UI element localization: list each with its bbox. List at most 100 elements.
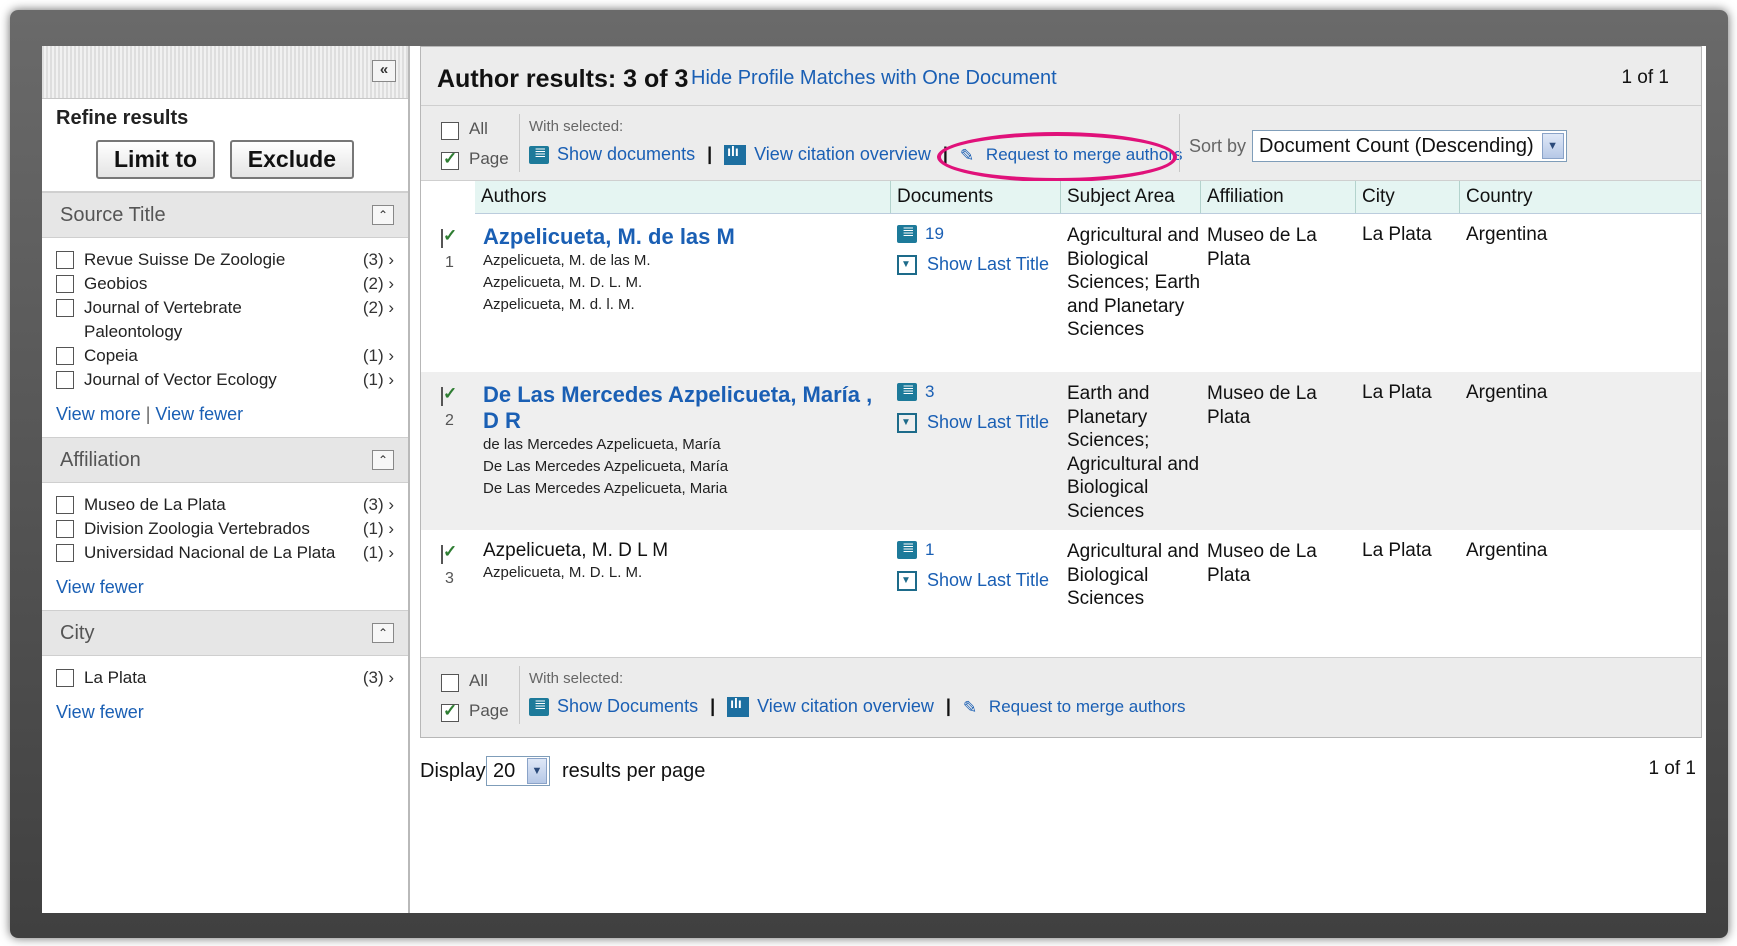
collapse-sidebar-icon[interactable]: « bbox=[372, 60, 396, 82]
show-last-title-icon bbox=[897, 412, 917, 433]
view-citation-overview-link[interactable]: View citation overview bbox=[757, 696, 934, 717]
facet-header-affiliation[interactable]: Affiliation ⌃ bbox=[42, 437, 408, 483]
citation-chart-icon bbox=[724, 143, 747, 165]
refine-section: Refine results Limit to Exclude bbox=[42, 99, 408, 192]
collapse-facet-icon[interactable]: ⌃ bbox=[372, 623, 394, 643]
column-header-authors[interactable]: Authors bbox=[475, 181, 890, 213]
column-header-affiliation[interactable]: Affiliation bbox=[1200, 181, 1355, 213]
request-merge-authors-link[interactable]: Request to merge authors bbox=[989, 697, 1186, 717]
refine-sidebar: « Refine results Limit to Exclude Source… bbox=[42, 46, 410, 913]
column-header-city[interactable]: City bbox=[1355, 181, 1459, 213]
facet-checkbox[interactable] bbox=[56, 347, 74, 365]
subject-area: Agricultural and Biological Sciences; Ea… bbox=[1067, 225, 1201, 340]
documents-icon bbox=[529, 143, 549, 164]
facet-checkbox[interactable] bbox=[56, 371, 74, 389]
documents-icon bbox=[897, 380, 917, 401]
facet-checkbox[interactable] bbox=[56, 496, 74, 514]
facet-checkbox[interactable] bbox=[56, 544, 74, 562]
author-variant: De Las Mercedes Azpelicueta, María bbox=[483, 458, 729, 475]
facet-checkbox[interactable] bbox=[56, 275, 74, 293]
facet-count: (3) › bbox=[362, 668, 394, 687]
select-all-checkbox[interactable] bbox=[441, 673, 459, 692]
facet-item[interactable]: Revue Suisse De Zoologie (3) › bbox=[56, 248, 394, 272]
facet-checkbox[interactable] bbox=[56, 299, 74, 317]
results-per-page-select[interactable]: 20 ▼ bbox=[486, 756, 550, 786]
documents-icon bbox=[897, 538, 917, 559]
select-all-checkbox[interactable] bbox=[441, 121, 459, 140]
document-count-link[interactable]: 3 bbox=[925, 382, 934, 402]
facet-label: Revue Suisse De Zoologie bbox=[84, 250, 286, 269]
view-more-link[interactable]: View more bbox=[56, 404, 141, 424]
facet-body-source-title: Revue Suisse De Zoologie (3) › Geobios (2)… bbox=[56, 248, 394, 424]
documents-icon bbox=[897, 222, 917, 243]
author-variant: Azpelicueta, M. D. L. M. bbox=[483, 274, 643, 291]
facet-checkbox[interactable] bbox=[56, 251, 74, 269]
subject-area: Earth and Planetary Sciences; Agricultur… bbox=[1067, 383, 1200, 522]
facet-item[interactable]: Division Zoologia Vertebrados (1) › bbox=[56, 517, 394, 541]
facet-item[interactable]: Museo de La Plata (3) › bbox=[56, 493, 394, 517]
facet-item[interactable]: Journal of Vector Ecology (1) › bbox=[56, 368, 394, 392]
row-checkbox[interactable] bbox=[441, 545, 443, 564]
author-name-link[interactable]: Azpelicueta, M. de las M bbox=[483, 224, 893, 250]
facet-count: (2) › bbox=[362, 274, 394, 293]
facet-checkbox[interactable] bbox=[56, 520, 74, 538]
view-fewer-link[interactable]: View fewer bbox=[56, 702, 144, 722]
exclude-button[interactable]: Exclude bbox=[229, 140, 354, 179]
view-fewer-link[interactable]: View fewer bbox=[155, 404, 243, 424]
facet-label: Journal of Vertebrate Paleontology bbox=[84, 298, 242, 341]
facet-count: (3) › bbox=[362, 250, 394, 269]
sort-by-label: Sort by bbox=[1189, 135, 1247, 156]
facet-item[interactable]: Copeia (1) › bbox=[56, 344, 394, 368]
limit-to-button[interactable]: Limit to bbox=[96, 140, 216, 179]
chevron-down-icon: ▼ bbox=[1541, 133, 1564, 159]
show-documents-link[interactable]: Show Documents bbox=[557, 696, 698, 717]
citation-chart-icon bbox=[727, 695, 750, 717]
document-count-link[interactable]: 1 bbox=[925, 540, 934, 560]
column-header-country[interactable]: Country bbox=[1459, 181, 1579, 213]
column-header-documents[interactable]: Documents bbox=[890, 181, 1060, 213]
table-header: Authors Documents Subject Area Affiliati… bbox=[475, 181, 1701, 214]
affiliation: Museo de La Plata bbox=[1207, 383, 1317, 428]
author-name-link[interactable]: De Las Mercedes Azpelicueta, María , D R bbox=[483, 382, 893, 434]
document-count-link[interactable]: 19 bbox=[925, 224, 944, 244]
results-panel: Author results: 3 of 3 Hide Profile Matc… bbox=[420, 46, 1702, 738]
sidebar-top-bar: « bbox=[42, 46, 408, 99]
select-all-label: All bbox=[469, 671, 488, 690]
author-variant: Azpelicueta, M. de las M. bbox=[483, 252, 651, 269]
view-fewer-link[interactable]: View fewer bbox=[56, 577, 144, 597]
show-last-title-link[interactable]: Show Last Title bbox=[927, 570, 1049, 591]
facet-header-city[interactable]: City ⌃ bbox=[42, 610, 408, 656]
country: Argentina bbox=[1466, 382, 1548, 403]
facet-label: Geobios bbox=[84, 274, 148, 293]
results-per-page-label: results per page bbox=[562, 760, 706, 782]
column-header-subject-area[interactable]: Subject Area bbox=[1060, 181, 1200, 213]
author-variant: Azpelicueta, M. d. l. M. bbox=[483, 296, 635, 313]
show-documents-link[interactable]: Show documents bbox=[557, 144, 695, 165]
facet-count: (1) › bbox=[362, 346, 394, 365]
collapse-facet-icon[interactable]: ⌃ bbox=[372, 450, 394, 470]
show-last-title-link[interactable]: Show Last Title bbox=[927, 254, 1049, 275]
row-checkbox[interactable] bbox=[441, 387, 443, 406]
row-checkbox[interactable] bbox=[441, 229, 443, 248]
facet-checkbox[interactable] bbox=[56, 669, 74, 687]
facet-item[interactable]: La Plata (3) › bbox=[56, 666, 394, 690]
show-last-title-icon bbox=[897, 254, 917, 275]
facet-body-affiliation: Museo de La Plata (3) › Division Zoologia… bbox=[42, 483, 408, 610]
bottom-toolbar: All Page With selected: Show Documents |… bbox=[421, 657, 1701, 737]
show-last-title-link[interactable]: Show Last Title bbox=[927, 412, 1049, 433]
select-page-checkbox[interactable] bbox=[441, 149, 459, 170]
facet-item[interactable]: Journal of Vertebrate Paleontology (2) › bbox=[56, 296, 394, 344]
city: La Plata bbox=[1362, 382, 1432, 403]
sort-by-select[interactable]: Document Count (Descending) ▼ bbox=[1252, 130, 1567, 162]
collapse-facet-icon[interactable]: ⌃ bbox=[372, 205, 394, 225]
select-page-checkbox[interactable] bbox=[441, 701, 459, 722]
paging-bottom: 1 of 1 bbox=[1648, 758, 1696, 779]
facet-item[interactable]: Universidad Nacional de La Plata (1) › bbox=[56, 541, 394, 565]
hide-one-document-link[interactable]: Hide Profile Matches with One Document bbox=[691, 67, 1057, 90]
with-selected-label: With selected: bbox=[529, 118, 624, 135]
facet-header-source-title[interactable]: Source Title ⌃ bbox=[42, 192, 408, 238]
facet-count: (3) › bbox=[362, 495, 394, 514]
view-citation-overview-link[interactable]: View citation overview bbox=[754, 144, 931, 165]
facet-label: Journal of Vector Ecology bbox=[84, 370, 277, 389]
facet-item[interactable]: Geobios (2) › bbox=[56, 272, 394, 296]
